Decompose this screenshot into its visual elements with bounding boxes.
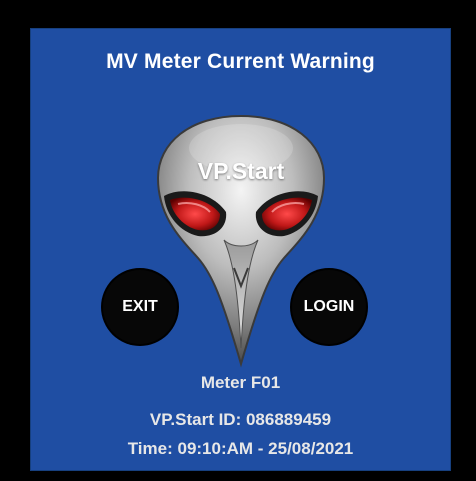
vpstart-id-label: VP.Start ID: 086889459 <box>149 410 332 429</box>
dialog-title: MV Meter Current Warning <box>106 50 375 73</box>
exit-button[interactable]: EXIT <box>103 270 177 344</box>
warning-dialog: MV Meter Current Warning VP.Start EXIT L… <box>30 28 451 471</box>
timestamp-label: Time: 09:10:AM - 25/08/2021 <box>127 439 354 458</box>
login-button[interactable]: LOGIN <box>292 270 366 344</box>
logo-text: VP.Start <box>197 158 285 184</box>
screen-frame: MV Meter Current Warning VP.Start EXIT L… <box>0 0 476 481</box>
meter-label: Meter F01 <box>200 373 281 392</box>
